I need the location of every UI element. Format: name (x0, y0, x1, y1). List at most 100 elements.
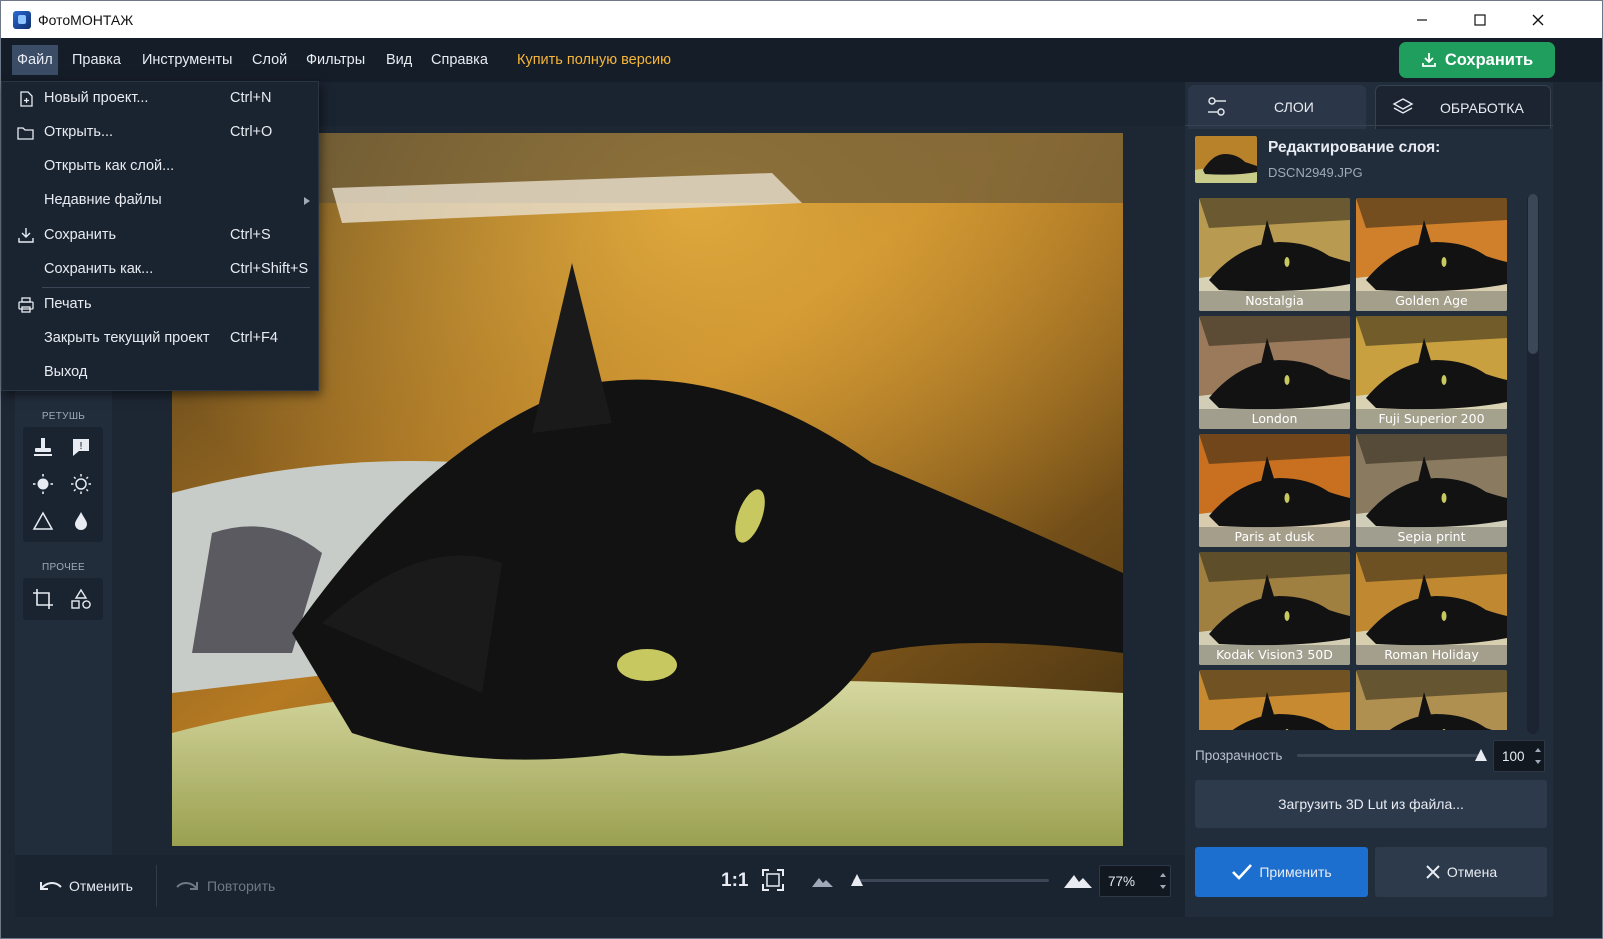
opacity-slider[interactable] (1297, 749, 1487, 761)
apply-button-label: Применить (1259, 864, 1332, 880)
menu-filters[interactable]: Фильтры (301, 45, 370, 75)
shapes-tool[interactable] (66, 584, 96, 614)
brightness-icon (33, 474, 53, 494)
menu-item-label: Открыть... (44, 124, 114, 140)
layer-filename: DSCN2949.JPG (1268, 165, 1363, 180)
menu-item-shortcut: Ctrl+S (230, 227, 271, 243)
filter-preset-label: Nostalgia (1199, 291, 1350, 311)
menu-file[interactable]: Файл (12, 45, 58, 75)
zoom-input[interactable]: 77% (1099, 865, 1171, 897)
opacity-slider-thumb[interactable] (1475, 749, 1487, 761)
menu-view[interactable]: Вид (381, 45, 417, 75)
stamp-icon (34, 438, 52, 456)
filter-preset-label: Kodak Vision3 50D 5203 (1199, 645, 1350, 665)
menu-item-new-project[interactable]: Новый проект... Ctrl+N (2, 82, 320, 116)
menu-layer[interactable]: Слой (247, 45, 292, 75)
save-button-label: Сохранить (1444, 50, 1534, 69)
menu-item-label: Недавние файлы (44, 192, 162, 208)
menu-item-label: Сохранить (44, 227, 117, 243)
window-title: ФотоМОНТАЖ (38, 11, 134, 28)
download-icon (1421, 53, 1436, 67)
zoom-out-mountain-icon[interactable] (811, 873, 835, 889)
menu-item-recent-files[interactable]: Недавние файлы (2, 184, 320, 218)
exposure-tool[interactable] (66, 469, 96, 499)
divider (156, 865, 157, 907)
menu-item-close-project[interactable]: Закрыть текущий проект Ctrl+F4 (2, 322, 320, 356)
minimize-button[interactable] (1393, 1, 1451, 38)
filter-preset[interactable] (1199, 670, 1350, 730)
crop-tool[interactable] (28, 584, 58, 614)
zoom-slider-thumb[interactable] (850, 874, 863, 886)
opacity-input[interactable]: 100 (1493, 740, 1545, 772)
apply-button[interactable]: Применить (1195, 847, 1368, 897)
tab-layers-label: СЛОИ (1274, 99, 1314, 115)
blur-drop-icon (75, 512, 87, 530)
filter-scrollbar-thumb[interactable] (1528, 194, 1538, 354)
menu-help[interactable]: Справка (426, 45, 493, 75)
filter-preset[interactable]: Roman Holiday (1356, 552, 1507, 665)
crop-icon (33, 589, 53, 609)
buy-full-version-link[interactable]: Купить полную версию (512, 45, 676, 75)
maximize-button[interactable] (1451, 1, 1509, 38)
menu-item-print[interactable]: Печать (2, 288, 320, 322)
filter-preset[interactable]: Golden Age (1356, 198, 1507, 311)
filter-preset[interactable]: Fuji Superior 200 (1356, 316, 1507, 429)
sun-outline-icon (71, 474, 91, 494)
sliders-icon (1208, 97, 1226, 116)
retouch-tools: ! (23, 427, 103, 542)
checkmark-icon (1232, 864, 1253, 880)
tab-layers[interactable]: СЛОИ (1188, 85, 1366, 129)
fit-screen-button[interactable] (761, 868, 785, 897)
cancel-button[interactable]: Отмена (1375, 847, 1547, 897)
patch-tool[interactable]: ! (66, 432, 96, 462)
filter-preset-label: London (1199, 409, 1350, 429)
file-menu-dropdown: Новый проект... Ctrl+N Открыть... Ctrl+O… (1, 81, 319, 391)
filter-preset[interactable]: Sepia print (1356, 434, 1507, 547)
zoom-slider[interactable] (850, 874, 1049, 886)
menu-tools[interactable]: Инструменты (137, 45, 237, 75)
tab-divider (1185, 125, 1553, 126)
filter-preset-label: Roman Holiday (1356, 645, 1507, 665)
spinner-arrows-icon[interactable] (1534, 745, 1542, 767)
menu-item-shortcut: Ctrl+N (230, 90, 272, 106)
filter-preset[interactable]: Nostalgia (1199, 198, 1350, 311)
filter-scrollbar[interactable] (1527, 194, 1539, 734)
menu-item-open-as-layer[interactable]: Открыть как слой... (2, 150, 320, 184)
filter-preset[interactable]: Kodak Vision3 50D 5203 (1199, 552, 1350, 665)
menu-item-label: Выход (44, 364, 88, 380)
redo-button[interactable]: Повторить (175, 871, 275, 901)
tab-processing[interactable]: ОБРАБОТКА (1375, 85, 1551, 129)
menu-item-label: Открыть как слой... (44, 158, 175, 174)
menu-item-save[interactable]: Сохранить Ctrl+S (2, 219, 320, 253)
filter-preset-label: Sepia print (1356, 527, 1507, 547)
stamp-tool[interactable] (28, 432, 58, 462)
zoom-in-mountain-icon[interactable] (1063, 869, 1093, 889)
menu-edit[interactable]: Правка (67, 45, 126, 75)
tab-processing-label: ОБРАБОТКА (1440, 99, 1524, 116)
app-window: ФотоМОНТАЖ Файл Правка Инструменты Слой … (0, 0, 1603, 939)
filter-preset[interactable] (1356, 670, 1507, 730)
minimize-icon (1417, 18, 1427, 21)
maximize-icon (1474, 13, 1486, 26)
x-icon (1426, 865, 1440, 879)
menu-item-label: Закрыть текущий проект (44, 330, 210, 346)
close-button[interactable] (1509, 1, 1567, 38)
filter-grid: Nostalgia Golden Age London Fuji Superior 2… (1199, 198, 1509, 730)
zoom-1to1-button[interactable]: 1:1 (721, 870, 748, 892)
filter-preset[interactable]: Paris at dusk (1199, 434, 1350, 547)
brightness-tool[interactable] (28, 469, 58, 499)
menu-item-save-as[interactable]: Сохранить как... Ctrl+Shift+S (2, 253, 320, 287)
blur-tool[interactable] (66, 506, 96, 536)
layer-thumbnail (1195, 136, 1257, 183)
redo-label: Повторить (207, 878, 276, 894)
spinner-arrows-icon[interactable] (1159, 870, 1167, 892)
download-icon (18, 228, 34, 243)
menu-item-exit[interactable]: Выход (2, 356, 320, 390)
undo-button[interactable]: Отменить (37, 871, 133, 901)
save-button[interactable]: Сохранить (1399, 42, 1555, 78)
layer-heading: Редактирование слоя: (1268, 139, 1441, 156)
sharpen-tool[interactable] (28, 506, 58, 536)
load-3d-lut-button[interactable]: Загрузить 3D Lut из файла... (1195, 780, 1547, 828)
filter-preset[interactable]: London (1199, 316, 1350, 429)
menu-item-open[interactable]: Открыть... Ctrl+O (2, 116, 320, 150)
